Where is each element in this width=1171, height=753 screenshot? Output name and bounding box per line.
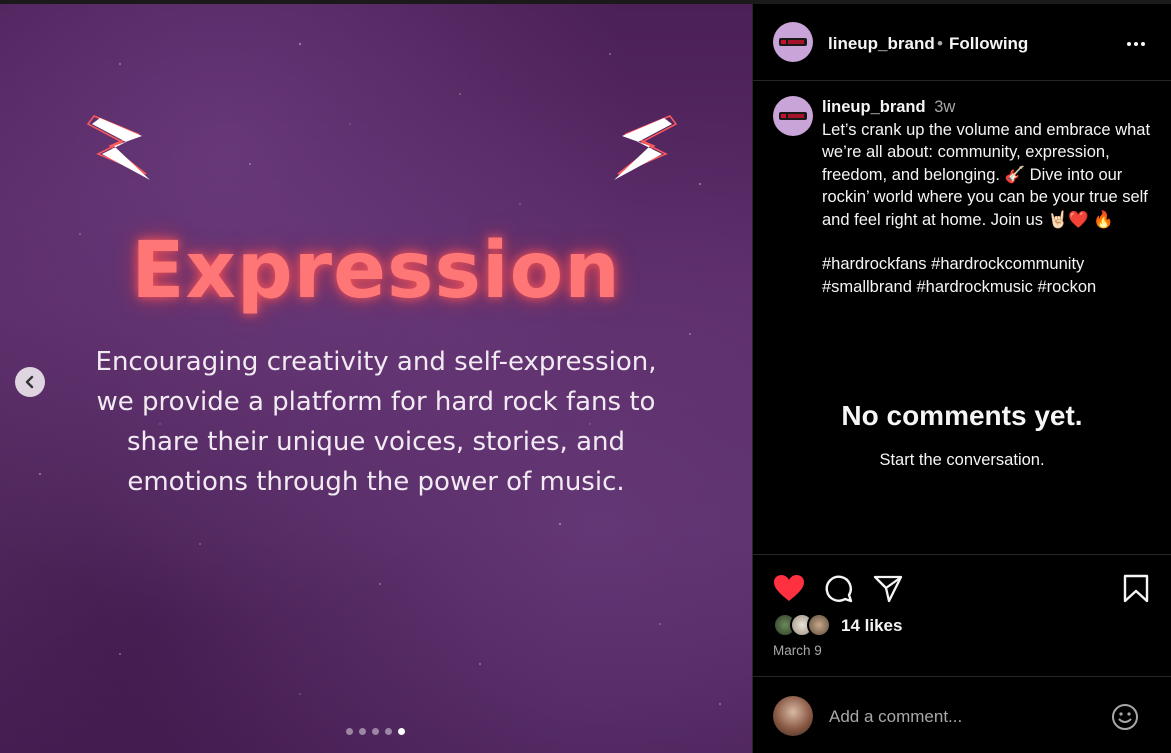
caption-hashtags[interactable]: #hardrockfans #hardrockcommunity #smallb… (822, 253, 1152, 298)
smiley-icon (1112, 704, 1138, 730)
post-caption: lineup_brand 3w Let’s crank up the volum… (822, 96, 1152, 298)
share-button[interactable] (873, 574, 903, 609)
header-separator: • (937, 34, 943, 53)
carousel-dot (372, 728, 379, 735)
no-comments-title: No comments yet. (841, 400, 1083, 431)
caption-text: Let’s crank up the volume and embrace wh… (822, 120, 1151, 229)
previous-slide-button[interactable] (15, 367, 45, 397)
comment-button[interactable] (823, 574, 853, 609)
author-username[interactable]: lineup_brand (828, 34, 935, 54)
heart-filled-icon (774, 575, 804, 601)
no-comments-subtitle: Start the conversation. (879, 451, 1045, 469)
slide-body-line: Encouraging creativity and self-expressi… (95, 347, 657, 377)
caption-username[interactable]: lineup_brand (822, 98, 926, 116)
author-avatar[interactable] (773, 22, 813, 62)
carousel-dot (346, 728, 353, 735)
following-button[interactable]: Following (949, 34, 1028, 54)
current-user-avatar (773, 696, 813, 736)
send-icon (873, 575, 903, 603)
more-horizontal-icon (1127, 42, 1145, 46)
carousel-indicator (346, 728, 405, 735)
post-media[interactable]: Expression Encouraging creativity and se… (0, 4, 752, 753)
brand-logo-icon (779, 38, 807, 46)
carousel-dot (385, 728, 392, 735)
liker-avatar[interactable] (807, 613, 831, 637)
slide-headline: Expression (131, 226, 621, 316)
lightning-bolt-right-icon (614, 115, 678, 180)
slide-body-line: emotions through the power of music. (127, 467, 625, 497)
likes-count[interactable]: 14 likes (841, 616, 902, 636)
chevron-left-icon (25, 375, 34, 389)
caption-author-avatar[interactable] (773, 96, 813, 136)
save-button[interactable] (1123, 574, 1149, 609)
comment-icon (825, 575, 853, 603)
slide-body-line: share their unique voices, stories, and (126, 427, 626, 457)
carousel-dot-active (398, 728, 405, 735)
composer-divider (753, 676, 1171, 677)
post-details-panel: lineup_brand • Following lineup_brand 3w… (752, 4, 1171, 753)
lightning-bolt-left-icon (86, 115, 150, 180)
slide-body-line: we provide a platform for hard rock fans… (96, 387, 656, 417)
bookmark-icon (1123, 574, 1149, 603)
more-options-button[interactable] (1126, 30, 1146, 53)
add-comment-input[interactable] (829, 707, 1089, 727)
post-header: lineup_brand • Following (753, 4, 1171, 81)
post-date[interactable]: March 9 (773, 643, 822, 658)
brand-logo-icon (779, 112, 807, 120)
like-button[interactable] (773, 574, 805, 607)
emoji-button[interactable] (1111, 703, 1139, 736)
caption-timestamp[interactable]: 3w (934, 98, 955, 116)
slide-body-text: Encouraging creativity and self-expressi… (60, 342, 692, 502)
actions-divider (753, 554, 1171, 556)
carousel-dot (359, 728, 366, 735)
